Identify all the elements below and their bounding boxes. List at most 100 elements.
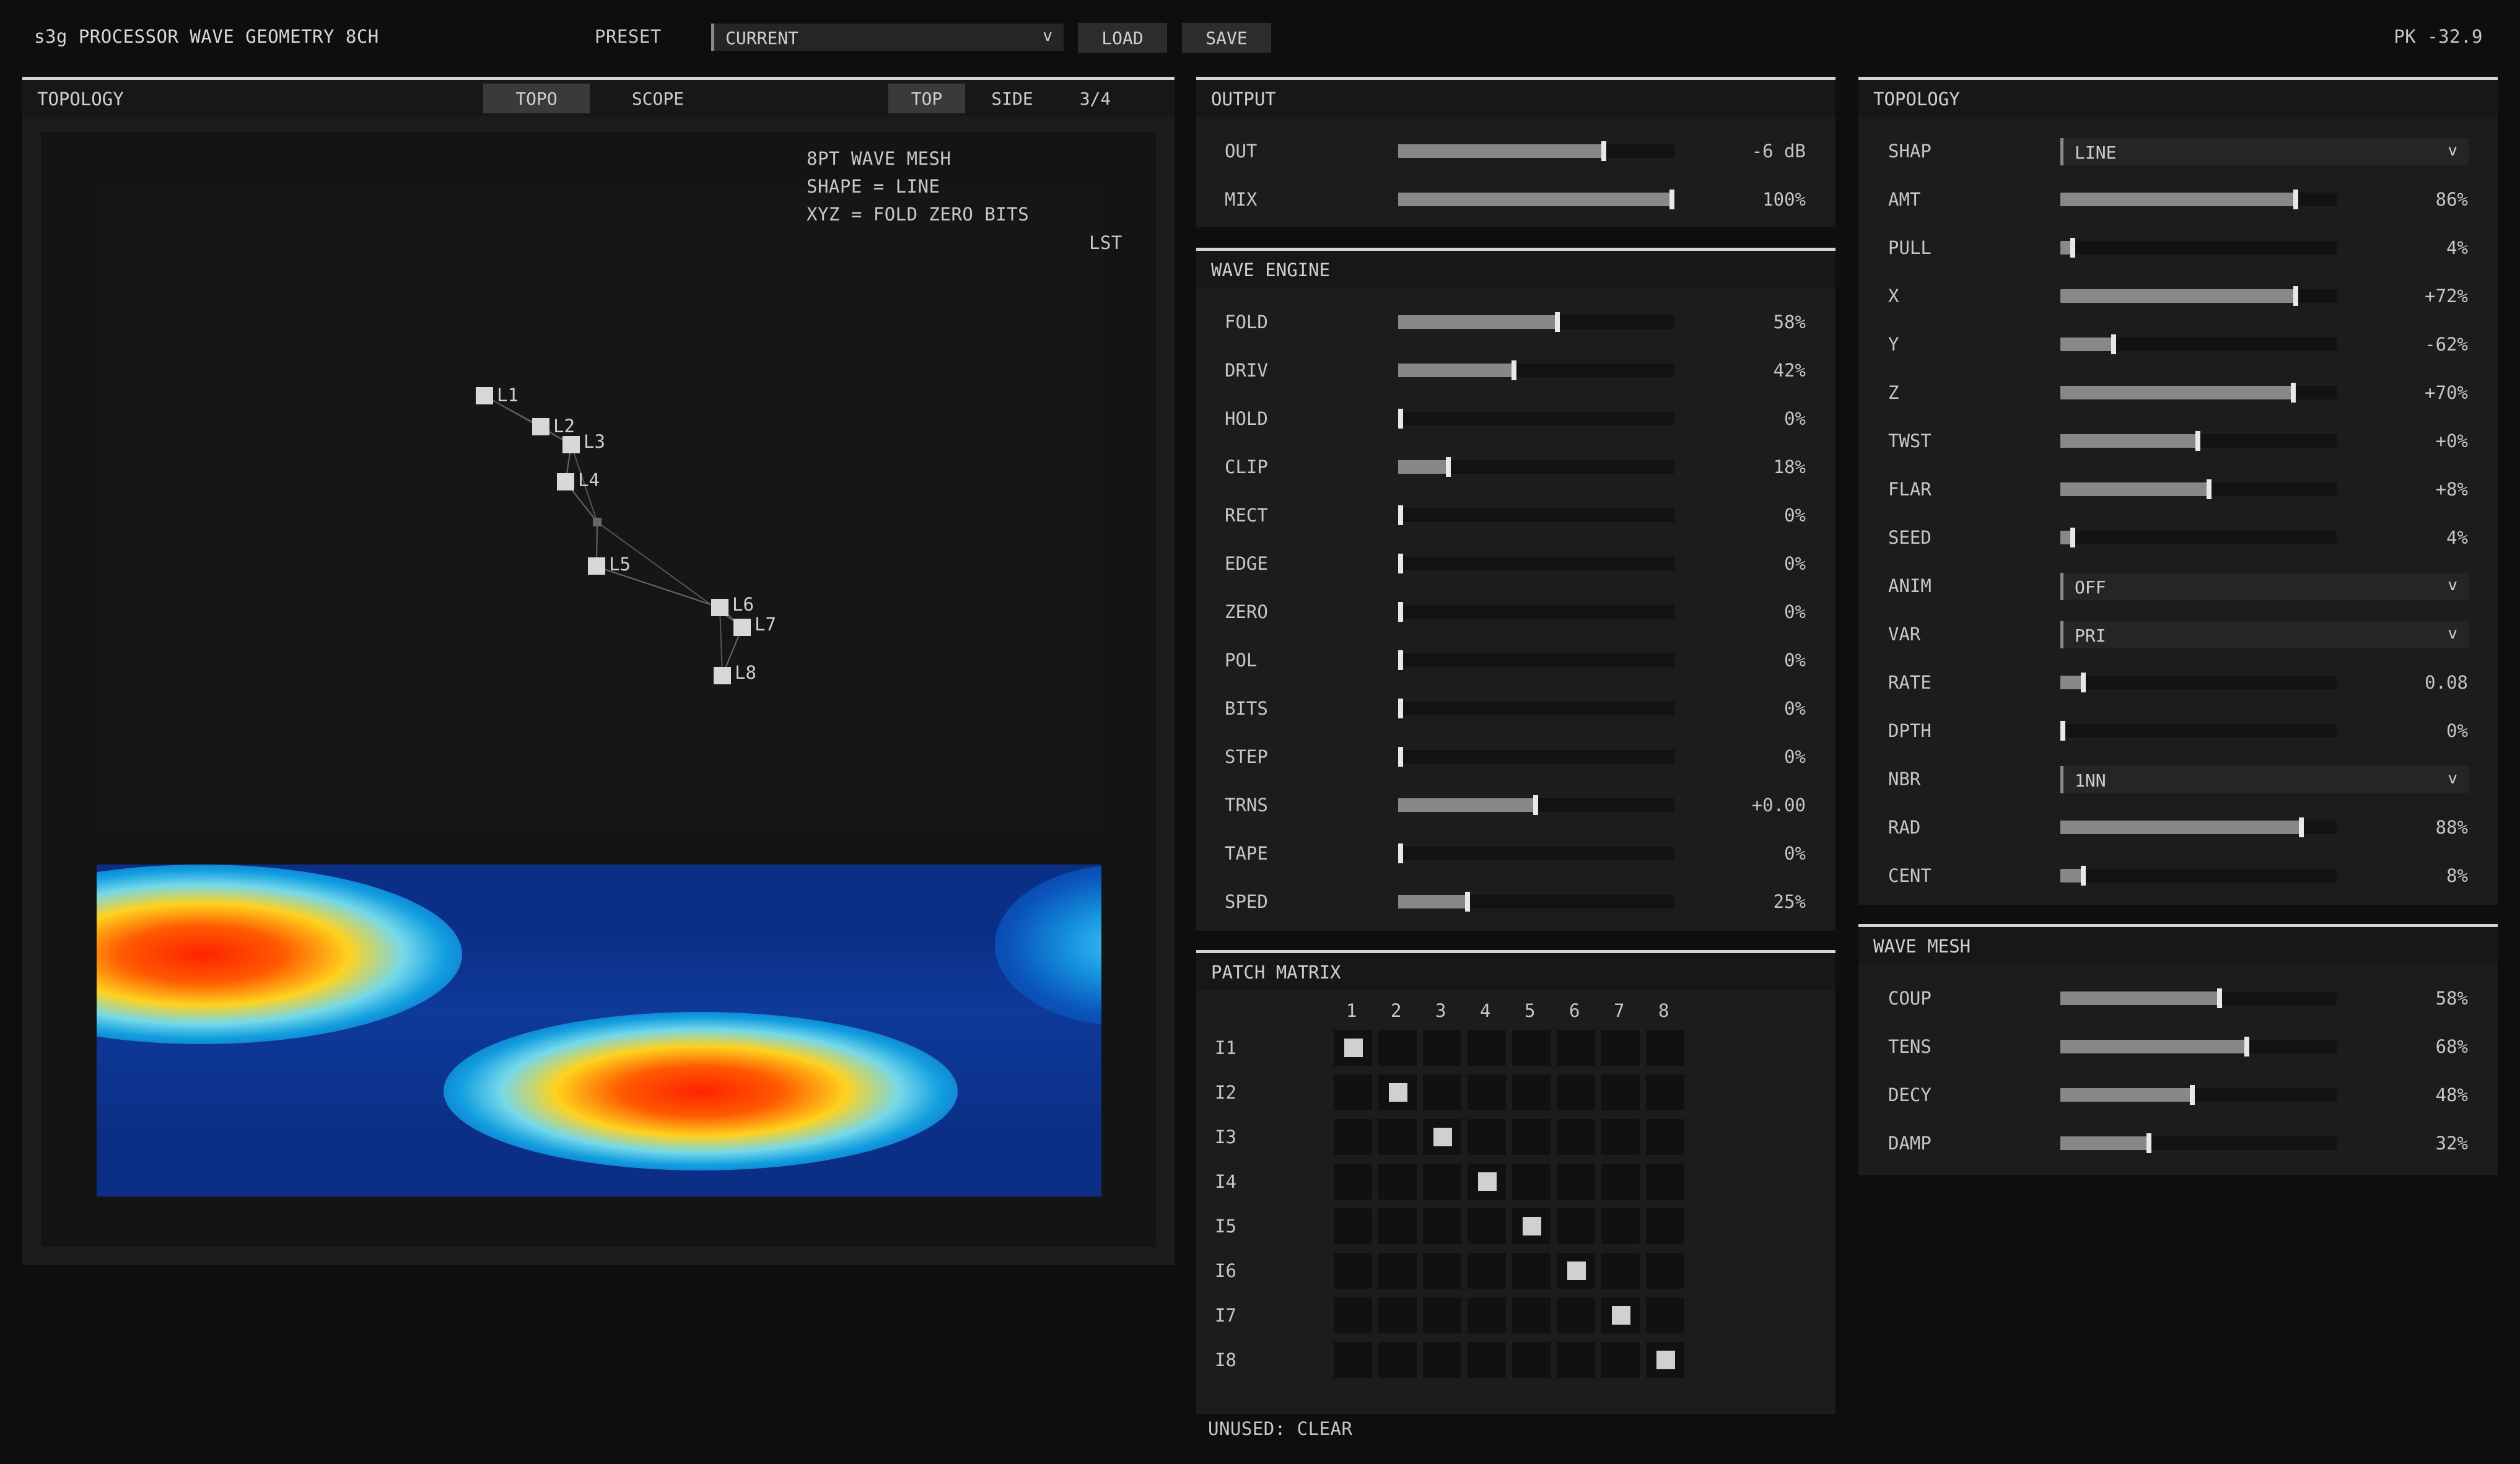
slider-thumb[interactable] (2244, 1037, 2249, 1057)
matrix-cell[interactable] (1378, 1208, 1417, 1244)
matrix-cell[interactable] (1601, 1342, 1640, 1378)
mesh-node[interactable] (557, 473, 574, 490)
matrix-cell[interactable] (1601, 1030, 1640, 1066)
matrix-cell[interactable] (1378, 1297, 1417, 1333)
param-slider[interactable] (2060, 190, 2337, 209)
param-slider[interactable] (2060, 334, 2337, 354)
slider-thumb[interactable] (1465, 892, 1470, 912)
matrix-cell[interactable] (1557, 1297, 1595, 1333)
slider-thumb[interactable] (2081, 673, 2086, 692)
matrix-cell[interactable] (1468, 1164, 1506, 1200)
param-slider[interactable] (2060, 1085, 2337, 1105)
matrix-cell[interactable] (1646, 1342, 1684, 1378)
slider-thumb[interactable] (2081, 866, 2086, 886)
matrix-cell[interactable] (1468, 1208, 1506, 1244)
matrix-cell[interactable] (1646, 1253, 1684, 1289)
matrix-cell[interactable] (1468, 1297, 1506, 1333)
slider-thumb[interactable] (1398, 409, 1403, 429)
matrix-cell[interactable] (1423, 1119, 1461, 1155)
param-slider[interactable] (1398, 505, 1674, 525)
matrix-cell[interactable] (1601, 1208, 1640, 1244)
matrix-cell[interactable] (1334, 1208, 1372, 1244)
param-slider[interactable] (2060, 673, 2337, 692)
matrix-cell[interactable] (1646, 1119, 1684, 1155)
slider-thumb[interactable] (1555, 312, 1560, 332)
matrix-cell[interactable] (1423, 1208, 1461, 1244)
matrix-cell[interactable] (1378, 1074, 1417, 1110)
slider-thumb[interactable] (1398, 505, 1403, 525)
param-slider[interactable] (1398, 457, 1674, 477)
matrix-cell[interactable] (1378, 1030, 1417, 1066)
matrix-cell[interactable] (1423, 1030, 1461, 1066)
matrix-cell[interactable] (1334, 1297, 1372, 1333)
matrix-cell[interactable] (1423, 1074, 1461, 1110)
param-slider[interactable] (1398, 843, 1674, 863)
slider-thumb[interactable] (1398, 843, 1403, 863)
matrix-cell[interactable] (1423, 1164, 1461, 1200)
param-slider[interactable] (2060, 238, 2337, 258)
slider-thumb[interactable] (1601, 141, 1606, 161)
param-slider[interactable] (1398, 312, 1674, 332)
slider-thumb[interactable] (2070, 528, 2075, 547)
param-slider[interactable] (1398, 602, 1674, 622)
mesh-node[interactable] (714, 667, 731, 684)
param-slider[interactable] (2060, 1133, 2337, 1153)
matrix-cell[interactable] (1557, 1030, 1595, 1066)
slider-thumb[interactable] (1446, 457, 1451, 477)
param-slider[interactable] (2060, 479, 2337, 499)
matrix-cell[interactable] (1468, 1253, 1506, 1289)
slider-thumb[interactable] (2111, 334, 2116, 354)
slider-thumb[interactable] (1512, 360, 1516, 380)
slider-thumb[interactable] (2293, 190, 2298, 209)
matrix-cell[interactable] (1512, 1119, 1551, 1155)
slider-thumb[interactable] (2060, 721, 2065, 741)
param-slider[interactable] (1398, 190, 1674, 209)
matrix-cell[interactable] (1646, 1297, 1684, 1333)
param-slider[interactable] (2060, 431, 2337, 451)
matrix-cell[interactable] (1512, 1074, 1551, 1110)
tab-topo[interactable]: TOPO (483, 84, 590, 113)
matrix-cell[interactable] (1512, 1253, 1551, 1289)
mesh-node[interactable] (476, 387, 493, 404)
param-select[interactable]: OFF v (2060, 573, 2469, 600)
matrix-cell[interactable] (1334, 1030, 1372, 1066)
param-slider[interactable] (1398, 795, 1674, 815)
slider-thumb[interactable] (2195, 431, 2200, 451)
slider-thumb[interactable] (2207, 479, 2212, 499)
slider-thumb[interactable] (1398, 699, 1403, 718)
param-slider[interactable] (1398, 360, 1674, 380)
param-slider[interactable] (2060, 866, 2337, 886)
mesh-node[interactable] (733, 619, 751, 636)
param-slider[interactable] (1398, 747, 1674, 767)
matrix-cell[interactable] (1378, 1119, 1417, 1155)
matrix-cell[interactable] (1468, 1342, 1506, 1378)
matrix-cell[interactable] (1512, 1164, 1551, 1200)
mesh-node[interactable] (562, 436, 580, 453)
matrix-cell[interactable] (1557, 1119, 1595, 1155)
slider-thumb[interactable] (1669, 190, 1674, 209)
param-select[interactable]: LINE v (2060, 138, 2469, 165)
matrix-cell[interactable] (1423, 1342, 1461, 1378)
matrix-cell[interactable] (1512, 1297, 1551, 1333)
param-select[interactable]: 1NN v (2060, 766, 2469, 793)
lst-label[interactable]: LST (1089, 232, 1122, 253)
param-slider[interactable] (1398, 650, 1674, 670)
matrix-cell[interactable] (1646, 1074, 1684, 1110)
preset-select[interactable]: CURRENT v (711, 24, 1064, 51)
mesh-node[interactable] (711, 599, 728, 616)
matrix-cell[interactable] (1557, 1208, 1595, 1244)
matrix-cell[interactable] (1646, 1030, 1684, 1066)
patch-footer[interactable]: UNUSED: CLEAR (1208, 1418, 1352, 1439)
param-slider[interactable] (1398, 554, 1674, 573)
param-select[interactable]: PRI v (2060, 621, 2469, 648)
tab-scope[interactable]: SCOPE (605, 84, 711, 113)
slider-thumb[interactable] (2299, 817, 2304, 837)
matrix-cell[interactable] (1512, 1030, 1551, 1066)
slider-thumb[interactable] (1398, 602, 1403, 622)
param-slider[interactable] (2060, 383, 2337, 403)
matrix-cell[interactable] (1601, 1253, 1640, 1289)
matrix-cell[interactable] (1512, 1208, 1551, 1244)
param-slider[interactable] (1398, 699, 1674, 718)
slider-thumb[interactable] (2217, 988, 2222, 1008)
param-slider[interactable] (1398, 141, 1674, 161)
